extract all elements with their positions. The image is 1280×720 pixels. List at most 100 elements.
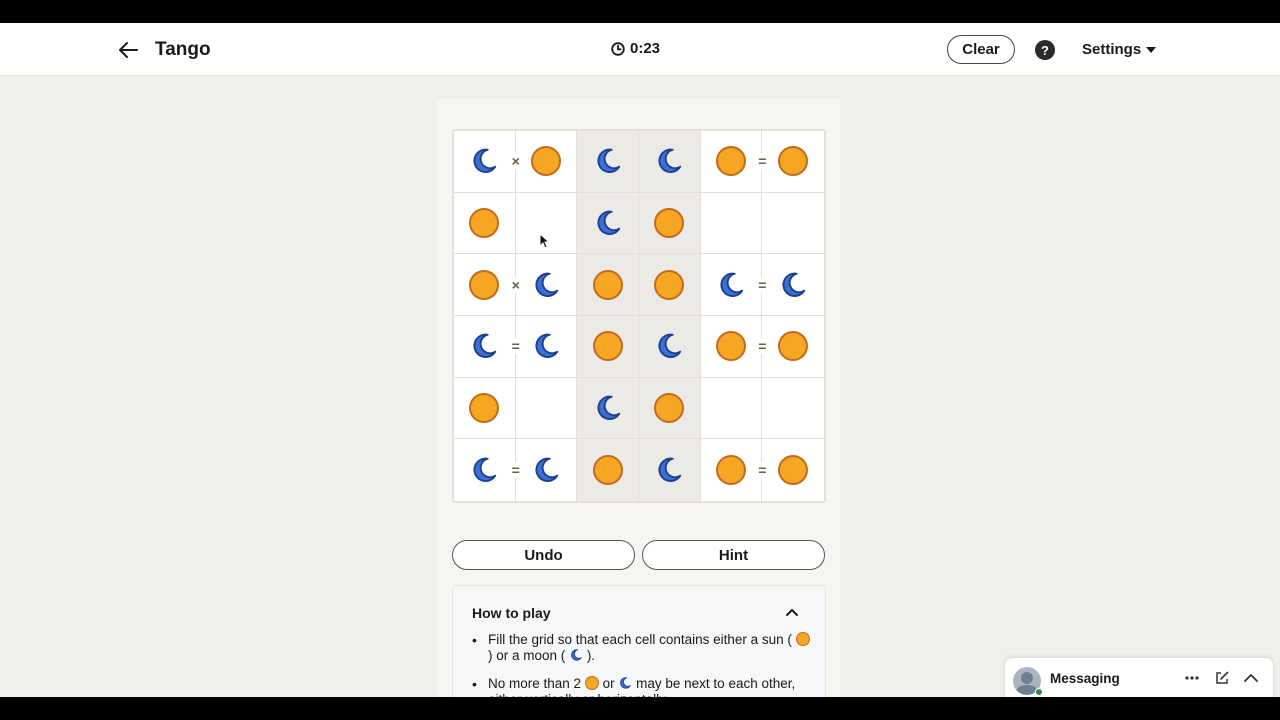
grid-cell[interactable] — [515, 131, 578, 193]
clear-button[interactable]: Clear — [947, 35, 1015, 64]
opposite-constraint-icon: × — [507, 276, 524, 293]
grid-cell[interactable]: = — [454, 439, 524, 501]
moon-icon — [535, 333, 559, 359]
sun-icon — [469, 207, 500, 238]
sun-icon — [778, 146, 809, 177]
grid-cell[interactable] — [454, 377, 516, 440]
grid-cell[interactable]: × — [454, 254, 524, 316]
moon-icon — [720, 272, 744, 297]
equal-constraint-icon: = — [754, 153, 771, 170]
moon-icon — [473, 148, 497, 174]
grid-cell[interactable] — [762, 316, 824, 378]
timer: 0:23 — [611, 40, 660, 57]
rule2-part-b: or — [602, 676, 615, 691]
grid-cell[interactable]: = — [700, 316, 771, 378]
messaging-label: Messaging — [1050, 671, 1120, 686]
app-viewport: Tango 0:23 Clear ? Settings × = × = = = = = Und… — [0, 23, 1280, 697]
sun-icon — [592, 269, 623, 300]
timer-value: 0:23 — [630, 40, 661, 57]
sun-icon — [584, 676, 599, 690]
online-status-icon — [1035, 688, 1043, 696]
grid-cell[interactable] — [515, 316, 578, 378]
moon-icon — [658, 457, 682, 483]
hint-button[interactable]: Hint — [642, 540, 825, 570]
settings-label: Settings — [1082, 41, 1142, 58]
grid-cell[interactable]: = — [454, 316, 524, 378]
grid-cell[interactable] — [700, 377, 763, 440]
rule-text: Fill the grid so that each cell contains… — [488, 632, 812, 664]
equal-constraint-icon: = — [754, 276, 771, 293]
grid-cell[interactable] — [762, 254, 824, 316]
equal-constraint-icon: = — [754, 462, 771, 479]
grid-cell[interactable] — [762, 439, 824, 501]
grid-cell[interactable]: = — [700, 254, 771, 316]
sun-icon — [469, 269, 500, 300]
grid-cell — [577, 131, 639, 193]
top-bar: Tango 0:23 Clear ? Settings — [0, 23, 1280, 76]
grid-cell — [577, 316, 639, 378]
sun-icon — [715, 455, 746, 486]
grid-cell — [577, 377, 639, 440]
grid-cell[interactable]: × — [454, 131, 524, 193]
equal-constraint-icon: = — [507, 462, 524, 479]
messaging-bar[interactable]: Messaging — [1004, 657, 1274, 697]
grid-cell[interactable] — [762, 192, 824, 255]
more-options-icon[interactable] — [1184, 670, 1200, 686]
grid-cell — [639, 316, 701, 378]
grid-cell — [577, 439, 639, 501]
grid-cell[interactable] — [515, 439, 578, 501]
settings-dropdown[interactable]: Settings — [1082, 41, 1157, 58]
rule2-part-a: No more than 2 — [488, 676, 582, 691]
sun-icon — [592, 331, 623, 362]
grid-cell[interactable] — [515, 254, 578, 316]
grid-cell[interactable]: = — [700, 439, 771, 501]
sun-icon — [654, 207, 685, 238]
sun-icon — [469, 392, 500, 423]
equal-constraint-icon: = — [507, 338, 524, 355]
rule1-part-a: Fill the grid so that each cell contains… — [488, 632, 792, 647]
rule1-part-c: ). — [586, 648, 596, 663]
sun-icon — [778, 455, 809, 486]
mouse-cursor-icon — [539, 233, 551, 249]
moon-icon — [658, 148, 682, 174]
moon-icon — [473, 333, 497, 359]
rule1-part-b: ) or a moon ( — [488, 648, 566, 663]
sun-icon — [654, 392, 685, 423]
grid-cell — [639, 377, 701, 440]
bullet-icon: • — [472, 676, 477, 692]
how-to-play-title: How to play — [472, 605, 551, 621]
moon-icon — [658, 333, 682, 359]
grid-cell — [639, 439, 701, 501]
chevron-up-icon[interactable] — [1243, 670, 1259, 686]
help-icon[interactable]: ? — [1035, 40, 1055, 60]
rule-item: • No more than 2 or may be next to each … — [472, 676, 812, 697]
grid-cell[interactable] — [700, 192, 763, 255]
grid-cell — [577, 192, 639, 255]
chevron-up-icon[interactable] — [785, 605, 799, 619]
sun-icon — [530, 146, 561, 177]
sun-icon — [654, 269, 685, 300]
moon-icon — [535, 457, 559, 483]
grid-cell[interactable]: = — [700, 131, 771, 193]
rule-item: • Fill the grid so that each cell contai… — [472, 632, 812, 664]
sun-icon — [778, 331, 809, 362]
clock-icon — [611, 41, 625, 56]
back-arrow-icon[interactable] — [114, 36, 142, 64]
grid-cell — [577, 254, 639, 316]
moon-icon — [782, 272, 806, 297]
grid-cell[interactable] — [454, 192, 516, 255]
grid-cell[interactable] — [762, 377, 824, 440]
grid-cell[interactable] — [515, 377, 578, 440]
grid-cell — [639, 254, 701, 316]
moon-icon — [597, 210, 620, 235]
game-title: Tango — [155, 39, 211, 60]
compose-icon[interactable] — [1214, 670, 1230, 686]
game-panel: × = × = = = = = Undo Hint How to play • Fill th… — [437, 99, 840, 697]
moon-icon — [597, 148, 620, 174]
opposite-constraint-icon: × — [507, 153, 524, 170]
sun-icon — [795, 632, 810, 646]
moon-icon — [571, 649, 582, 661]
grid-cell[interactable] — [762, 131, 824, 193]
moon-icon — [535, 272, 559, 297]
undo-button[interactable]: Undo — [452, 540, 635, 570]
